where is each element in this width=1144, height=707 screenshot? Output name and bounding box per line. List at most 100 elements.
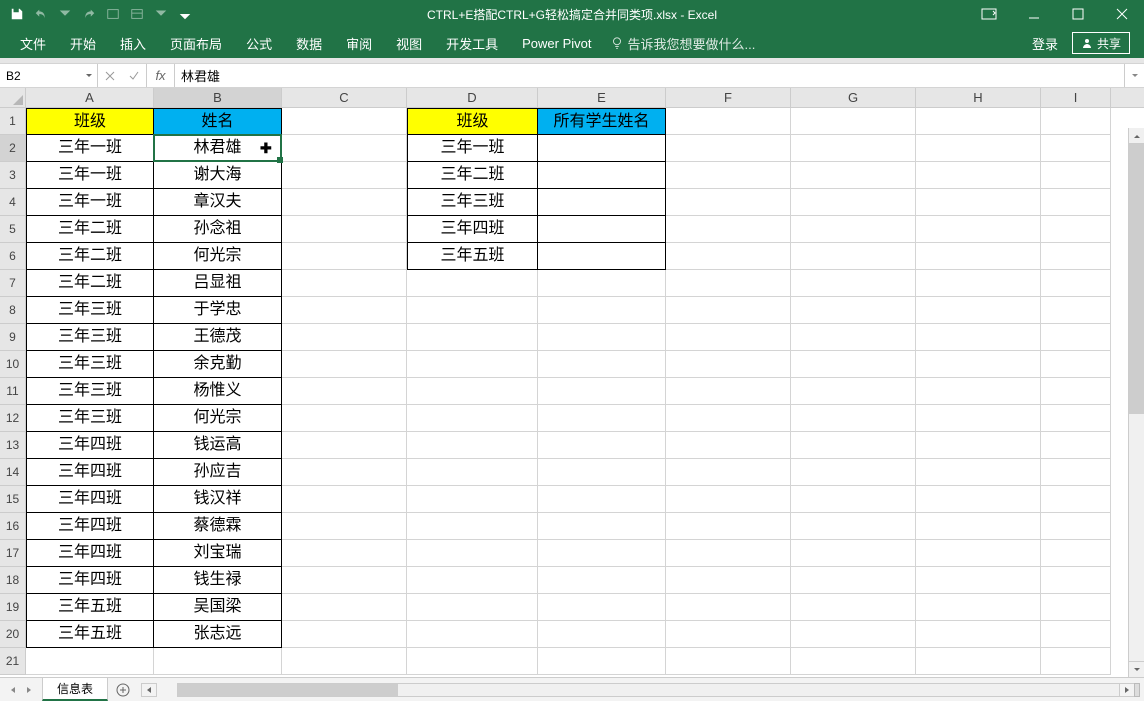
cell[interactable]: 三年五班 [26, 621, 154, 648]
tab-powerpivot[interactable]: Power Pivot [510, 28, 603, 58]
cell[interactable] [791, 594, 916, 621]
cell[interactable]: 张志远 [154, 621, 282, 648]
cell[interactable] [282, 135, 407, 162]
column-header[interactable]: F [666, 88, 791, 107]
formula-expand-icon[interactable] [1124, 64, 1144, 87]
cell[interactable] [791, 621, 916, 648]
sheet-tab-active[interactable]: 信息表 [42, 678, 108, 701]
row-header[interactable]: 19 [0, 594, 26, 621]
scroll-down-icon[interactable] [1129, 661, 1144, 677]
cell[interactable] [791, 540, 916, 567]
tab-view[interactable]: 视图 [384, 28, 434, 58]
cell[interactable] [1041, 162, 1111, 189]
row-header[interactable]: 15 [0, 486, 26, 513]
cell[interactable]: 姓名 [154, 108, 282, 135]
cell[interactable] [916, 378, 1041, 405]
tab-developer[interactable]: 开发工具 [434, 28, 510, 58]
login-link[interactable]: 登录 [1020, 28, 1070, 58]
cell[interactable] [538, 621, 666, 648]
cell[interactable]: 三年四班 [407, 216, 538, 243]
cell[interactable] [282, 486, 407, 513]
name-box-input[interactable] [0, 69, 97, 83]
cell[interactable] [282, 243, 407, 270]
cell[interactable] [666, 108, 791, 135]
cell[interactable] [282, 324, 407, 351]
cell[interactable] [1041, 135, 1111, 162]
cell[interactable] [1041, 567, 1111, 594]
cell[interactable] [1041, 513, 1111, 540]
cell[interactable] [791, 351, 916, 378]
cell[interactable] [1041, 297, 1111, 324]
cell[interactable] [538, 297, 666, 324]
hscroll-track[interactable] [177, 683, 1120, 697]
cell[interactable] [1041, 648, 1111, 675]
cell[interactable] [916, 648, 1041, 675]
cell[interactable]: 王德茂 [154, 324, 282, 351]
cell[interactable] [282, 513, 407, 540]
cell[interactable] [916, 621, 1041, 648]
cell[interactable] [1041, 540, 1111, 567]
cell[interactable] [538, 135, 666, 162]
cell[interactable] [1041, 324, 1111, 351]
cell[interactable]: 三年三班 [26, 378, 154, 405]
cell[interactable] [282, 648, 407, 675]
minimize-button[interactable] [1012, 0, 1056, 28]
cell[interactable] [791, 189, 916, 216]
cell[interactable]: 孙应吉 [154, 459, 282, 486]
cell[interactable] [1041, 189, 1111, 216]
cell[interactable] [282, 189, 407, 216]
cell[interactable] [666, 486, 791, 513]
cell[interactable] [407, 297, 538, 324]
cell[interactable]: 三年一班 [26, 162, 154, 189]
cell[interactable] [666, 351, 791, 378]
row-header[interactable]: 8 [0, 297, 26, 324]
cell[interactable] [407, 540, 538, 567]
cell[interactable] [666, 270, 791, 297]
cell[interactable] [1041, 405, 1111, 432]
cell[interactable] [916, 513, 1041, 540]
row-header[interactable]: 4 [0, 189, 26, 216]
cell[interactable]: 所有学生姓名 [538, 108, 666, 135]
cell[interactable]: 吕显祖 [154, 270, 282, 297]
cell[interactable]: 钱汉祥 [154, 486, 282, 513]
cell[interactable] [791, 567, 916, 594]
cell[interactable] [407, 486, 538, 513]
column-header[interactable]: I [1041, 88, 1111, 107]
cell[interactable] [666, 594, 791, 621]
cell[interactable] [666, 513, 791, 540]
cell[interactable] [666, 432, 791, 459]
cell[interactable] [282, 459, 407, 486]
qa-icon-2[interactable] [126, 3, 148, 25]
row-header[interactable]: 6 [0, 243, 26, 270]
row-header[interactable]: 16 [0, 513, 26, 540]
tab-insert[interactable]: 插入 [108, 28, 158, 58]
cell[interactable] [791, 513, 916, 540]
column-header[interactable]: C [282, 88, 407, 107]
cell[interactable]: 三年三班 [26, 351, 154, 378]
cell[interactable]: 章汉夫 [154, 189, 282, 216]
cell[interactable] [407, 567, 538, 594]
row-header[interactable]: 13 [0, 432, 26, 459]
cell[interactable]: 三年五班 [407, 243, 538, 270]
cell[interactable] [791, 270, 916, 297]
cell[interactable] [916, 432, 1041, 459]
row-header[interactable]: 2 [0, 135, 26, 162]
row-header[interactable]: 18 [0, 567, 26, 594]
cell[interactable] [282, 567, 407, 594]
cell[interactable]: 刘宝瑞 [154, 540, 282, 567]
cell[interactable] [154, 648, 282, 675]
cell[interactable] [282, 297, 407, 324]
formula-input[interactable] [175, 64, 1124, 87]
cell[interactable] [666, 189, 791, 216]
cell[interactable]: 蔡德霖 [154, 513, 282, 540]
cell[interactable] [407, 459, 538, 486]
save-icon[interactable] [6, 3, 28, 25]
cell[interactable]: 何光宗 [154, 243, 282, 270]
cell[interactable]: 三年三班 [26, 297, 154, 324]
cell[interactable]: 三年三班 [26, 405, 154, 432]
cell[interactable] [407, 378, 538, 405]
column-header[interactable]: B [154, 88, 282, 107]
cell[interactable] [666, 405, 791, 432]
cell[interactable] [282, 378, 407, 405]
cell[interactable] [916, 405, 1041, 432]
